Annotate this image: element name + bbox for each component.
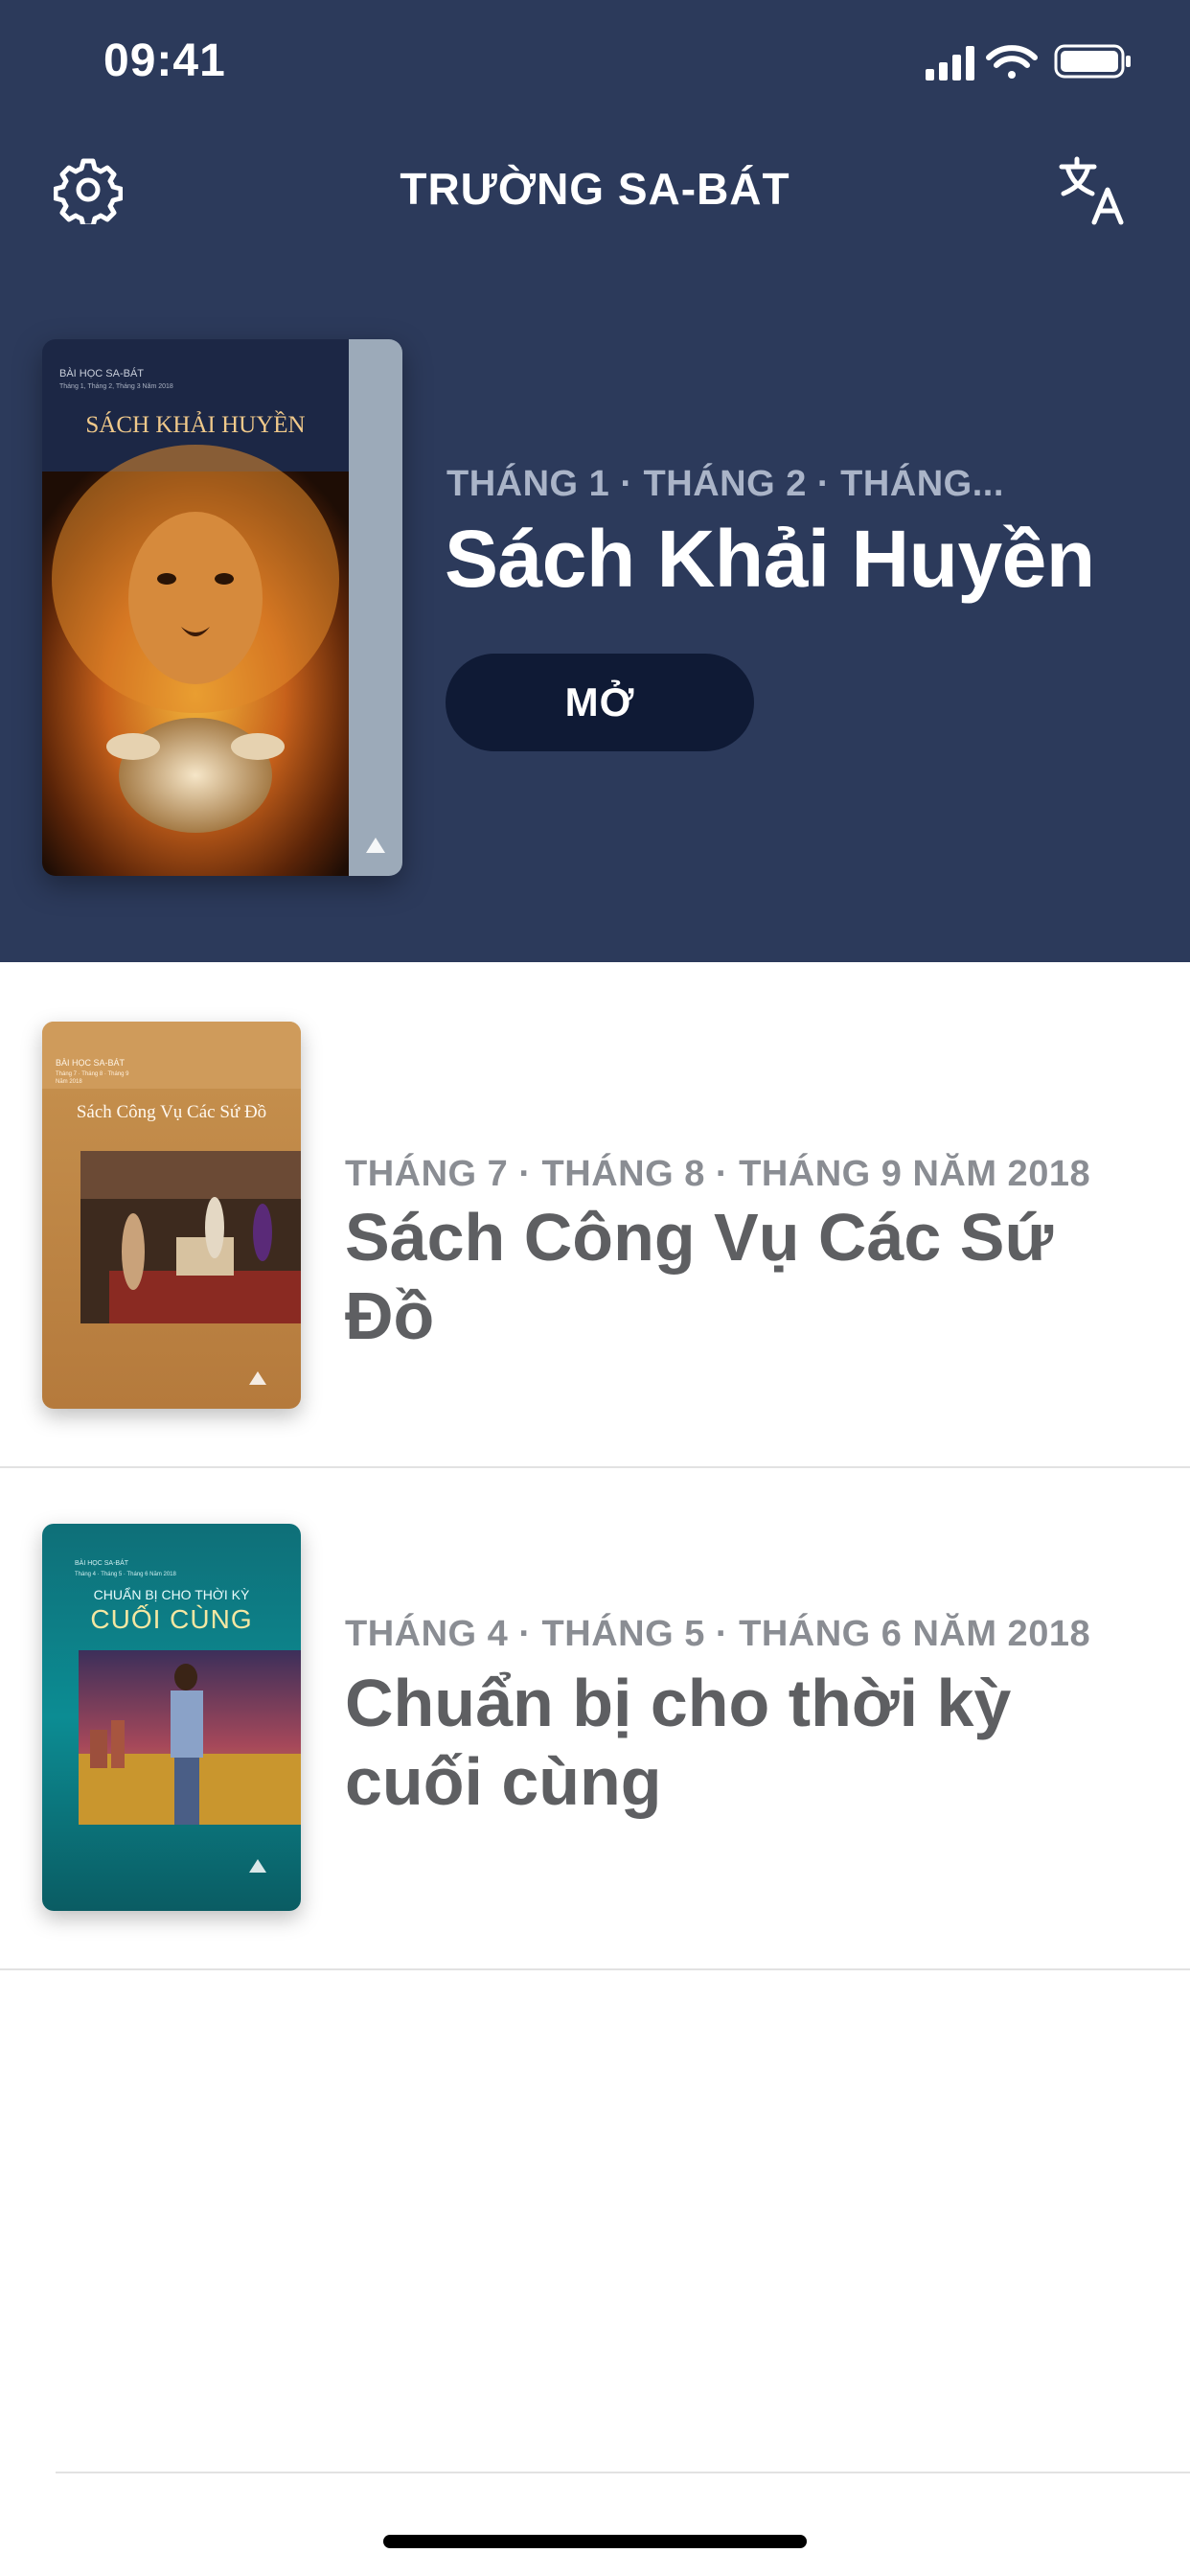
date-range: THÁNG 7 · THÁNG 8 · THÁNG 9 NĂM 2018 [345, 1154, 1091, 1194]
cover-title-line2: CUỐI CÙNG [90, 1604, 253, 1634]
translate-icon[interactable] [1056, 153, 1133, 230]
date-range: THÁNG 4 · THÁNG 5 · THÁNG 6 NĂM 2018 [345, 1614, 1091, 1654]
cover-top-label: BÀI HỌC SA-BÁT [59, 368, 145, 380]
cover-top-label: BÀI HỌC SA-BÁT [56, 1058, 126, 1068]
list-item[interactable]: BÀI HỌC SA-BÁT Tháng 7 · Tháng 8 · Tháng… [0, 962, 1190, 1468]
battery-icon [1054, 44, 1131, 79]
signal-icon [926, 46, 974, 80]
cover-image[interactable]: BÀI HỌC SA-BÁT Tháng 4 · Tháng 5 · Tháng… [42, 1524, 301, 1911]
featured-header: 09:41 TRƯỜNG SA-BÁT BÀI HỌC SA-BÁT Tháng… [0, 0, 1190, 962]
featured-cover-image[interactable]: BÀI HỌC SA-BÁT Tháng 1, Tháng 2, Tháng 3… [42, 339, 402, 876]
cover-top-label: BÀI HỌC SA-BÁT [75, 1560, 129, 1567]
wifi-icon [986, 45, 1038, 79]
featured-title[interactable]: Sách Khải Huyền [445, 513, 1095, 606]
status-time: 09:41 [103, 35, 226, 86]
cover-title: SÁCH KHẢI HUYỀN [85, 412, 306, 438]
page-title: TRƯỜNG SA-BÁT [400, 164, 790, 214]
cover-sub-label: Tháng 1, Tháng 2, Tháng 3 Năm 2018 [59, 383, 173, 390]
cover-sub-label: Tháng 7 · Tháng 8 · Tháng 9 [56, 1071, 129, 1077]
quarterly-title[interactable]: Chuẩn bị cho thời kỳ cuối cùng [345, 1664, 1150, 1821]
open-button[interactable]: MỞ [446, 654, 754, 751]
status-icons [926, 44, 1131, 80]
featured-date-range: THÁNG 1 · THÁNG 2 · THÁNG... [446, 464, 1004, 504]
quarterly-title[interactable]: Sách Công Vụ Các Sứ Đồ [345, 1198, 1150, 1355]
list-item[interactable]: BÀI HỌC SA-BÁT Tháng 4 · Tháng 5 · Tháng… [0, 1466, 1190, 1970]
divider [56, 2472, 1190, 2473]
cover-title-line1: CHUẨN BỊ CHO THỜI KỲ [93, 1587, 250, 1602]
cover-title: Sách Công Vụ Các Sứ Đồ [76, 1102, 267, 1122]
cover-sub-label: Tháng 4 · Tháng 5 · Tháng 6 Năm 2018 [75, 1572, 176, 1577]
home-indicator [383, 2535, 807, 2548]
cover-sub-label: Năm 2018 [56, 1079, 82, 1085]
cover-image[interactable]: BÀI HỌC SA-BÁT Tháng 7 · Tháng 8 · Tháng… [42, 1022, 301, 1409]
